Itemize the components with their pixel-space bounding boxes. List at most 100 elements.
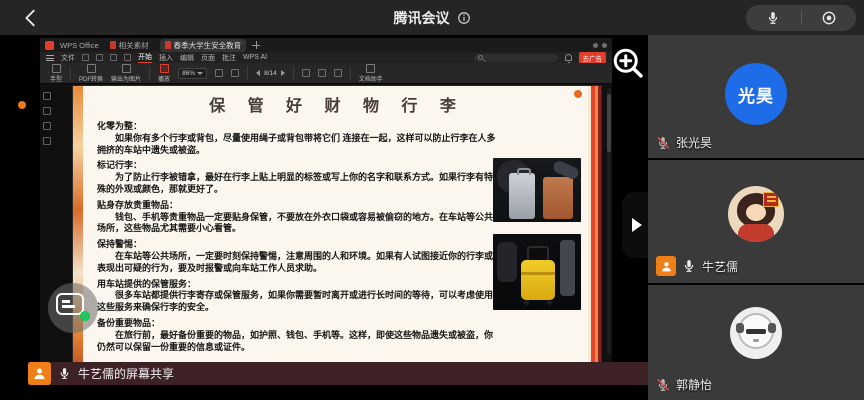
maximize-icon[interactable] (602, 43, 607, 48)
scrollbar[interactable] (607, 88, 611, 354)
toolbar-divider (247, 66, 248, 80)
export-image-icon (122, 64, 131, 73)
hamburger-icon[interactable] (46, 55, 54, 61)
slide-section: 备份重要物品： 在旅行前，最好备份重要的物品，如护照、钱包、手机等。这样，即使这… (97, 318, 499, 353)
section-heading: 贴身存放贵重物品： (97, 200, 499, 212)
orange-suitcase (543, 177, 573, 219)
sidebar-collapse-handle[interactable] (622, 192, 648, 258)
doc-assistant-tool[interactable]: 文档助手 (359, 64, 383, 83)
file-menu[interactable]: 文件 (61, 53, 75, 63)
section-heading: 标记行李： (97, 160, 499, 172)
shared-screen-area: WPS Office 相关素材 春季大学生安全教育 文件 (0, 35, 648, 400)
wps-tab-materials[interactable]: 相关素材 (105, 39, 154, 52)
eraser-icon[interactable] (334, 69, 342, 77)
menu-tab-page[interactable]: 页面 (201, 53, 215, 63)
minimize-icon[interactable] (593, 43, 598, 48)
thumbnail-icon[interactable] (43, 107, 51, 115)
participant-sidebar: 光昊 张光昊 牛艺儒 (648, 35, 864, 400)
mic-on-icon (682, 259, 696, 273)
menu-tab-edit[interactable]: 编辑 (180, 53, 194, 63)
meeting-title-row: 腾讯会议 (0, 0, 864, 35)
section-body: 为了防止行李被错拿，最好在行李上贴上明显的标签或写上你的名字和联系方式。如果行李… (97, 172, 499, 196)
bell-icon[interactable] (565, 54, 572, 61)
participant-tile[interactable]: 牛艺儒 (648, 160, 864, 283)
print-icon[interactable] (96, 54, 103, 61)
wps-menubar: 文件 开始 插入 编辑 页面 批注 WPS AI 去广告 (40, 52, 612, 63)
participant-name: 张光昊 (676, 134, 712, 151)
wps-toolbar: 手型 PDF转换 输出为图片 播放 86% 8/14 (40, 63, 612, 84)
meeting-title: 腾讯会议 (394, 8, 450, 28)
screen-share-label: 牛艺儒的屏幕共享 (78, 365, 174, 382)
suitcase-wheel (524, 300, 529, 305)
record-button[interactable] (802, 5, 857, 31)
section-body: 在旅行前，最好备份重要的物品，如护照、钱包、手机等。这样，即使这些物品遗失或被盗… (97, 330, 499, 354)
mic-on-icon (58, 367, 71, 380)
search-icon (478, 55, 483, 60)
presenter-avatar-icon (28, 362, 51, 385)
zoom-level-dropdown[interactable]: 86% (178, 68, 207, 79)
participant-tile[interactable]: 郭静怡 (648, 285, 864, 400)
participant-name-row: 郭静怡 (656, 376, 712, 393)
avatar-art (738, 224, 774, 242)
page-indicator: 8/14 (264, 70, 277, 77)
menu-tab-home[interactable]: 开始 (138, 52, 152, 63)
section-heading: 备份重要物品： (97, 318, 499, 330)
screen-share-banner: 牛艺儒的屏幕共享 (28, 362, 648, 385)
play-tool[interactable]: 播放 (158, 64, 170, 83)
presenter-badge-icon (656, 256, 676, 276)
pdf-convert-tool[interactable]: PDF转换 (79, 64, 103, 83)
rotate-icon[interactable] (302, 69, 310, 77)
wps-search-input[interactable] (474, 54, 558, 62)
export-image-tool[interactable]: 输出为图片 (111, 64, 141, 83)
remove-ads-button[interactable]: 去广告 (579, 52, 607, 64)
yellow-suitcase (521, 260, 555, 300)
toolbar-divider (350, 66, 351, 80)
zoom-out-icon[interactable] (215, 69, 223, 77)
wps-tab-document-label: 春季大学生安全教育 (174, 40, 242, 51)
hand-tool-label: 手型 (50, 74, 62, 83)
chevron-down-icon (197, 72, 203, 75)
menu-tab-insert[interactable]: 插入 (159, 53, 173, 63)
notes-icon[interactable] (43, 122, 51, 130)
zoom-in-overlay-button[interactable] (610, 45, 646, 81)
next-page-icon[interactable] (281, 70, 285, 76)
document-icon (165, 41, 171, 49)
caption-widget[interactable] (48, 283, 98, 333)
new-tab-icon[interactable] (252, 41, 260, 49)
slide-title: 保 管 好 财 物 行 李 (97, 92, 577, 116)
microphone-button[interactable] (746, 5, 801, 31)
participant-name: 牛艺儒 (702, 258, 738, 275)
slide-content: 保 管 好 财 物 行 李 化零为整： 如果你有多个行李或背包，尽量使用绳子或背… (97, 90, 577, 358)
section-heading: 保持警惕： (97, 239, 499, 251)
tencent-meeting-window: 腾讯会议 WPS Office 相关素材 (0, 0, 864, 400)
section-body: 如果你有多个行李或背包，尽量使用绳子或背包带将它们 连接在一起，这样可以防止行李… (97, 133, 499, 157)
info-icon[interactable] (457, 11, 471, 25)
outline-icon[interactable] (43, 92, 51, 100)
hand-tool[interactable]: 手型 (50, 64, 62, 83)
wps-tab-document[interactable]: 春季大学生安全教育 (160, 39, 247, 52)
wps-brand-label: WPS Office (60, 41, 99, 50)
bookmark-icon[interactable] (43, 137, 51, 145)
save-icon[interactable] (82, 54, 89, 61)
previous-page-icon[interactable] (256, 70, 260, 76)
chevron-right-icon (632, 218, 642, 232)
participant-tile[interactable]: 光昊 张光昊 (648, 35, 864, 158)
pdf-convert-label: PDF转换 (79, 74, 103, 83)
play-icon (160, 64, 169, 73)
slide-section: 化零为整： 如果你有多个行李或背包，尽量使用绳子或背包带将它们 连接在一起，这样… (97, 121, 499, 156)
menu-tab-comment[interactable]: 批注 (222, 53, 236, 63)
avatar-art (763, 192, 779, 207)
redo-icon[interactable] (124, 54, 131, 61)
menu-tab-wps-ai[interactable]: WPS AI (243, 54, 267, 61)
highlight-icon[interactable] (318, 69, 326, 77)
participant-name-row: 牛艺儒 (656, 256, 738, 276)
zoom-in-icon[interactable] (231, 69, 239, 77)
doc-assistant-label: 文档助手 (359, 74, 383, 83)
undo-icon[interactable] (110, 54, 117, 61)
scrollbar-thumb[interactable] (607, 94, 611, 152)
avatar (730, 307, 782, 359)
wps-office-window: WPS Office 相关素材 春季大学生安全教育 文件 (40, 38, 612, 362)
section-heading: 化零为整： (97, 121, 499, 133)
toolbar-divider (293, 66, 294, 80)
mic-muted-icon (656, 378, 670, 392)
